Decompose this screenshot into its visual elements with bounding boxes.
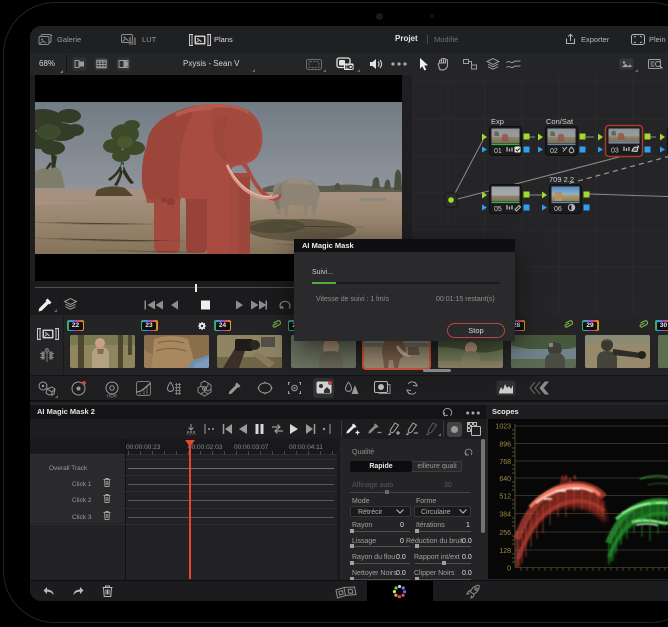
svg-text:640: 640 [499,476,511,483]
svg-text:05: 05 [494,206,502,213]
svg-text:512: 512 [499,494,511,501]
svg-text:1023: 1023 [495,424,511,431]
svg-text:384: 384 [499,512,511,519]
svg-text:06: 06 [554,206,562,213]
svg-text:0: 0 [507,566,511,573]
svg-text:01: 01 [494,148,502,155]
svg-text:128: 128 [499,548,511,555]
svg-text:256: 256 [499,530,511,537]
svg-text:HDR: HDR [107,394,117,399]
svg-text:896: 896 [499,442,511,449]
svg-text:768: 768 [499,459,511,466]
svg-text:02: 02 [550,148,558,155]
svg-text:03: 03 [611,148,619,155]
svg-text:Exp: Exp [491,117,504,126]
svg-text:Con/Sat: Con/Sat [546,117,574,126]
svg-text:709 2.2: 709 2.2 [549,175,574,184]
